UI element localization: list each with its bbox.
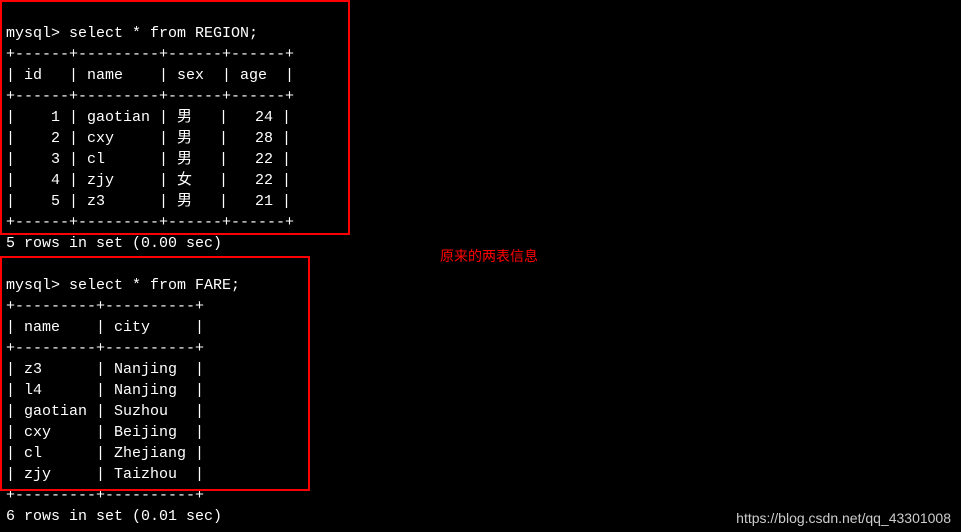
table-1-border-top: +------+---------+------+------+ (6, 46, 294, 63)
status-1: 5 rows in set (0.00 sec) (6, 235, 222, 252)
table-2-border-mid: +---------+----------+ (6, 340, 204, 357)
table-1-border-bot: +------+---------+------+------+ (6, 214, 294, 231)
status-2: 6 rows in set (0.01 sec) (6, 508, 222, 525)
table-2-border-bot: +---------+----------+ (6, 487, 204, 504)
watermark-text: https://blog.csdn.net/qq_43301008 (736, 510, 951, 526)
table-2-rows: | z3 | Nanjing | | l4 | Nanjing | | gaot… (6, 361, 204, 483)
prompt-2: mysql> (6, 277, 69, 294)
prompt-1: mysql> (6, 25, 69, 42)
table-2-border-top: +---------+----------+ (6, 298, 204, 315)
table-1-header: | id | name | sex | age | (6, 67, 294, 84)
annotation-text: 原来的两表信息 (440, 246, 538, 266)
command-2: select * from FARE; (69, 277, 240, 294)
table-1-rows: | 1 | gaotian | 男 | 24 | | 2 | cxy | 男 |… (6, 109, 291, 210)
command-1: select * from REGION; (69, 25, 258, 42)
table-1-border-mid: +------+---------+------+------+ (6, 88, 294, 105)
table-2-header: | name | city | (6, 319, 204, 336)
